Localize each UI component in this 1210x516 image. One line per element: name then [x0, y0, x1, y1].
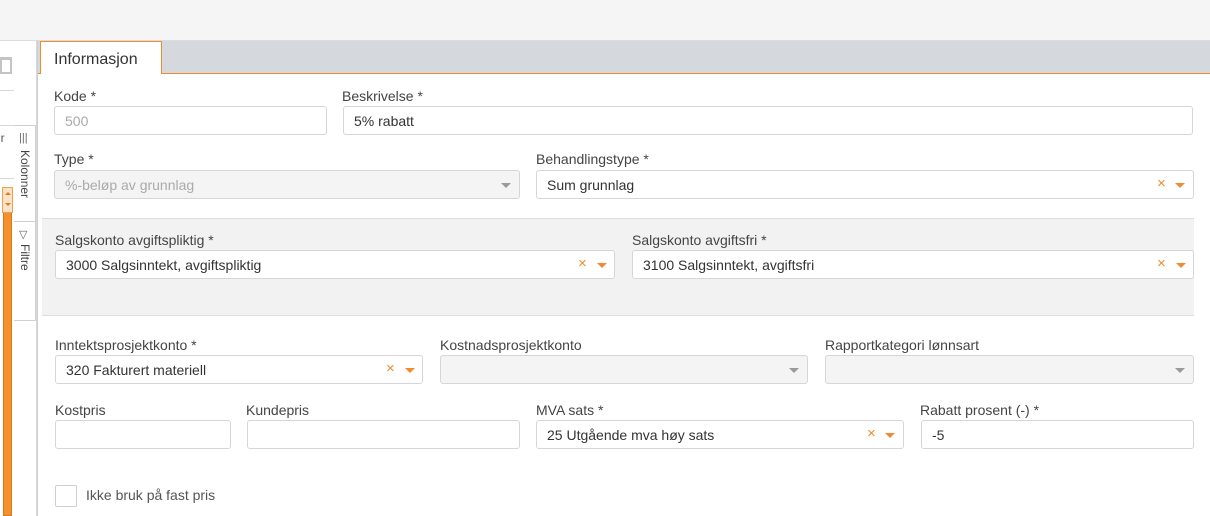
clear-icon[interactable]: × — [1157, 255, 1166, 273]
tab-kolonner-label: Kolonner — [18, 150, 32, 199]
inntektsprosjektkonto-select[interactable]: 320 Fakturert materiell × — [55, 355, 423, 384]
mva-label: MVA sats * — [536, 402, 604, 418]
chevron-down-icon — [501, 183, 511, 188]
mva-select[interactable]: 25 Utgående mva høy sats × — [536, 420, 904, 449]
left-grid-panel: ur ||| Kolonner ▽ Filtre — [0, 41, 37, 516]
mva-value: 25 Utgående mva høy sats — [547, 427, 715, 443]
kundepris-field[interactable] — [247, 420, 520, 449]
chevron-down-icon[interactable] — [1176, 263, 1186, 268]
sort-down-icon — [5, 203, 11, 206]
clear-icon[interactable]: × — [578, 255, 587, 273]
inntektsprosjektkonto-value: 320 Fakturert materiell — [66, 362, 207, 378]
tab-informasjon[interactable]: Informasjon — [40, 41, 162, 74]
chevron-down-icon — [789, 368, 799, 373]
filter-icon: ▽ — [19, 229, 28, 241]
kode-label: Kode * — [54, 88, 97, 104]
grid-scrollbar[interactable] — [3, 188, 12, 516]
tab-informasjon-label: Informasjon — [54, 51, 138, 68]
main-panel: Informasjon Kode * 500 Beskrivelse * 5% … — [37, 41, 1210, 516]
sort-up-icon — [5, 192, 11, 195]
behandlingstype-select[interactable]: Sum grunnlag × — [536, 170, 1194, 199]
salgskonto-pliktig-label: Salgskonto avgiftspliktig * — [55, 232, 214, 248]
tab-filtre[interactable]: ▽ Filtre — [14, 221, 36, 321]
chevron-down-icon[interactable] — [1175, 183, 1185, 188]
kostpris-field[interactable] — [55, 420, 231, 449]
kostpris-label: Kostpris — [55, 402, 106, 418]
chevron-down-icon[interactable] — [885, 433, 895, 438]
trash-icon[interactable] — [0, 55, 12, 75]
fastpris-label: Ikke bruk på fast pris — [86, 487, 216, 503]
grid-divider — [0, 90, 14, 91]
columns-icon: ||| — [19, 132, 28, 144]
top-toolbar — [0, 0, 1210, 41]
chevron-down-icon — [1175, 368, 1185, 373]
behandlingstype-label: Behandlingstype * — [536, 151, 649, 167]
rabatt-field[interactable]: -5 — [921, 420, 1194, 449]
beskrivelse-field[interactable]: 5% rabatt — [343, 106, 1193, 135]
kode-field[interactable]: 500 — [54, 106, 327, 135]
salgskonto-fri-select[interactable]: 3100 Salgsinntekt, avgiftsfri × — [632, 250, 1194, 279]
chevron-down-icon[interactable] — [597, 263, 607, 268]
rapportkategori-select[interactable] — [825, 355, 1194, 384]
clear-icon[interactable]: × — [867, 425, 876, 443]
type-label: Type * — [54, 151, 94, 167]
salgskonto-fri-label: Salgskonto avgiftsfri * — [632, 232, 767, 248]
tab-filtre-label: Filtre — [18, 244, 32, 271]
type-select-value: %-beløp av grunnlag — [65, 177, 195, 193]
rabatt-label: Rabatt prosent (-) * — [920, 402, 1040, 418]
kundepris-label: Kundepris — [246, 402, 310, 418]
behandlingstype-select-value: Sum grunnlag — [547, 177, 635, 193]
chevron-down-icon[interactable] — [405, 368, 415, 373]
beskrivelse-label: Beskrivelse * — [342, 88, 423, 104]
salgskonto-pliktig-value: 3000 Salgsinntekt, avgiftspliktig — [66, 257, 262, 273]
grid-column-header-label: ur — [0, 131, 5, 145]
salgskonto-pliktig-select[interactable]: 3000 Salgsinntekt, avgiftspliktig × — [55, 250, 615, 279]
clear-icon[interactable]: × — [1157, 175, 1166, 193]
clear-icon[interactable]: × — [386, 360, 395, 378]
sort-toggle[interactable] — [2, 187, 13, 213]
tab-strip: Informasjon — [38, 41, 1210, 74]
type-select[interactable]: %-beløp av grunnlag — [54, 170, 520, 199]
kostnadsprosjektkonto-select[interactable] — [440, 355, 808, 384]
kostnadsprosjektkonto-label: Kostnadsprosjektkonto — [440, 337, 582, 353]
salgskonto-fri-value: 3100 Salgsinntekt, avgiftsfri — [643, 257, 815, 273]
fastpris-checkbox[interactable] — [55, 485, 77, 507]
rapportkategori-label: Rapportkategori lønnsart — [825, 337, 980, 353]
inntektsprosjektkonto-label: Inntektsprosjektkonto * — [55, 337, 197, 353]
